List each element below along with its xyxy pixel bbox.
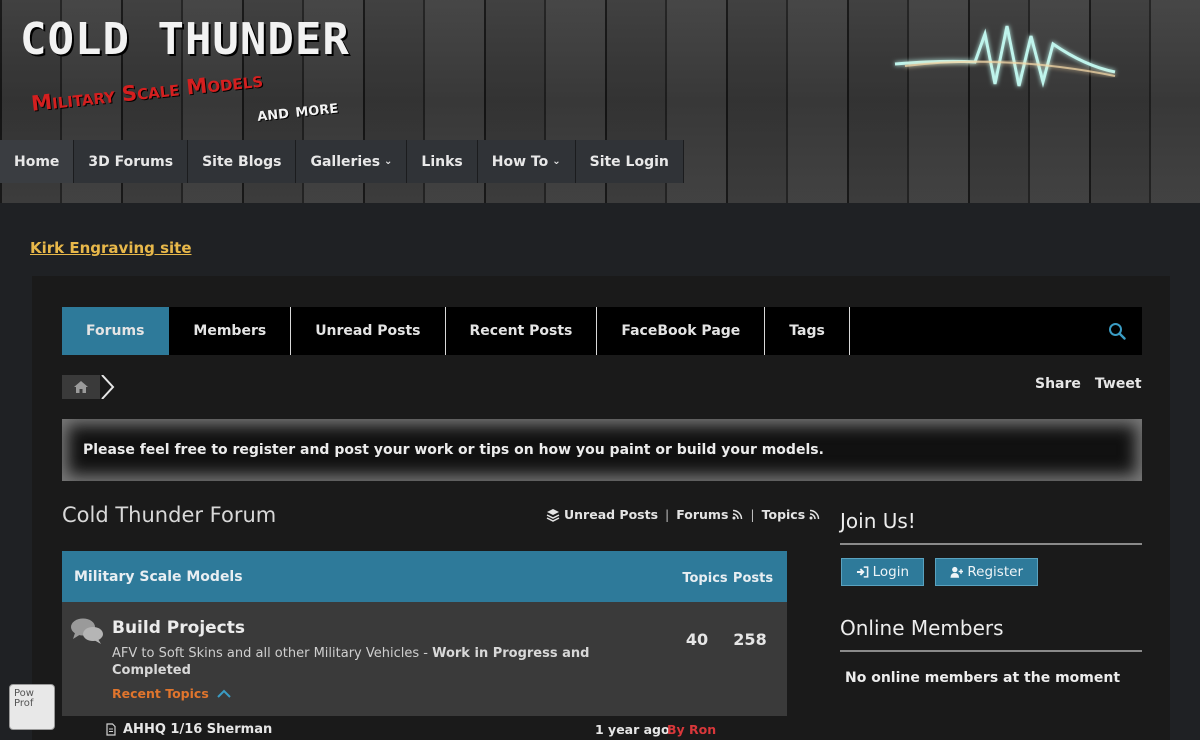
tab-members[interactable]: Members [169, 307, 292, 355]
share-button[interactable]: Share [1035, 376, 1081, 392]
sound-wave-icon [894, 25, 1116, 88]
rss-icon [809, 509, 820, 520]
layers-icon [546, 508, 560, 522]
site-logo-title[interactable]: COLD THUNDER [20, 14, 350, 65]
user-plus-icon [950, 566, 964, 578]
topic-time: 1 year ago [595, 722, 670, 737]
topics-rss-link[interactable]: Topics [762, 507, 821, 522]
notice-text: Please feel free to register and post yo… [83, 442, 824, 458]
nav-links[interactable]: Links [407, 140, 478, 183]
topic-row: AHHQ 1/16 Sherman 1 year ago By Ron [62, 716, 787, 740]
forum-links: Unread Posts | Forums | Topics [546, 507, 820, 522]
chevron-down-icon: ⌄ [384, 156, 393, 167]
rss-icon [732, 509, 743, 520]
login-button[interactable]: Login [841, 558, 924, 586]
register-button[interactable]: Register [935, 558, 1038, 586]
tab-forums[interactable]: Forums [62, 307, 170, 355]
document-icon [106, 723, 116, 736]
forum-row: Build Projects AFV to Soft Skins and all… [62, 602, 787, 716]
category-name[interactable]: Military Scale Models [74, 569, 679, 585]
link-separator: | [665, 507, 670, 522]
join-us-heading: Join Us! [840, 509, 1142, 545]
link-separator: | [750, 507, 755, 522]
category-header: Military Scale Models Topics Posts [62, 551, 787, 602]
register-notice: Please feel free to register and post yo… [62, 419, 1142, 481]
tab-tags[interactable]: Tags [765, 307, 850, 355]
site-header: COLD THUNDER Military Scale Models and m… [0, 0, 1200, 203]
column-posts: Posts [732, 571, 774, 586]
topic-link[interactable]: AHHQ 1/16 Sherman [123, 722, 272, 737]
site-logo-subtitle-2: and more [256, 95, 340, 126]
main-nav: Home 3D Forums Site Blogs Galleries ⌄ Lin… [0, 140, 684, 183]
nav-site-blogs[interactable]: Site Blogs [188, 140, 297, 183]
search-icon[interactable] [1108, 322, 1126, 340]
breadcrumb-home[interactable] [62, 375, 100, 399]
tab-recent-posts[interactable]: Recent Posts [446, 307, 598, 355]
share-row: Share Tweet [1035, 376, 1142, 392]
unread-posts-link[interactable]: Unread Posts [546, 507, 658, 522]
online-members-text: No online members at the moment [845, 670, 1121, 686]
tweet-button[interactable]: Tweet [1095, 376, 1142, 392]
forums-rss-link[interactable]: Forums [676, 507, 743, 522]
nav-galleries[interactable]: Galleries ⌄ [296, 140, 408, 183]
site-logo-subtitle: Military Scale Models [30, 67, 264, 116]
forum-title: Cold Thunder Forum [62, 503, 277, 527]
forum-posts-count: 258 [733, 630, 767, 649]
forum-description: AFV to Soft Skins and all other Military… [112, 646, 590, 678]
recent-topics-toggle[interactable]: Recent Topics [112, 686, 231, 701]
nav-home[interactable]: Home [0, 140, 75, 183]
nav-3d-forums[interactable]: 3D Forums [74, 140, 189, 183]
broken-image[interactable]: Pow Prof [9, 684, 55, 730]
nav-site-login[interactable]: Site Login [575, 140, 684, 183]
tab-unread-posts[interactable]: Unread Posts [291, 307, 446, 355]
online-members-heading: Online Members [840, 616, 1142, 652]
forum-topics-count: 40 [685, 630, 709, 649]
nav-how-to[interactable]: How To ⌄ [477, 140, 576, 183]
topic-author-link[interactable]: By Ron [667, 722, 716, 737]
chevron-down-icon: ⌄ [552, 156, 561, 167]
column-topics: Topics [682, 571, 728, 586]
chevron-up-icon [217, 689, 231, 698]
breadcrumb-arrow-icon [101, 375, 115, 399]
forum-tabs: Forums Members Unread Posts Recent Posts… [62, 307, 1142, 355]
breadcrumb [62, 375, 116, 399]
kirk-engraving-link[interactable]: Kirk Engraving site [30, 239, 192, 257]
comments-icon [71, 618, 103, 644]
sign-in-icon [856, 566, 869, 578]
tab-facebook-page[interactable]: FaceBook Page [597, 307, 766, 355]
home-icon [74, 381, 88, 393]
forum-build-projects-link[interactable]: Build Projects [112, 618, 245, 638]
